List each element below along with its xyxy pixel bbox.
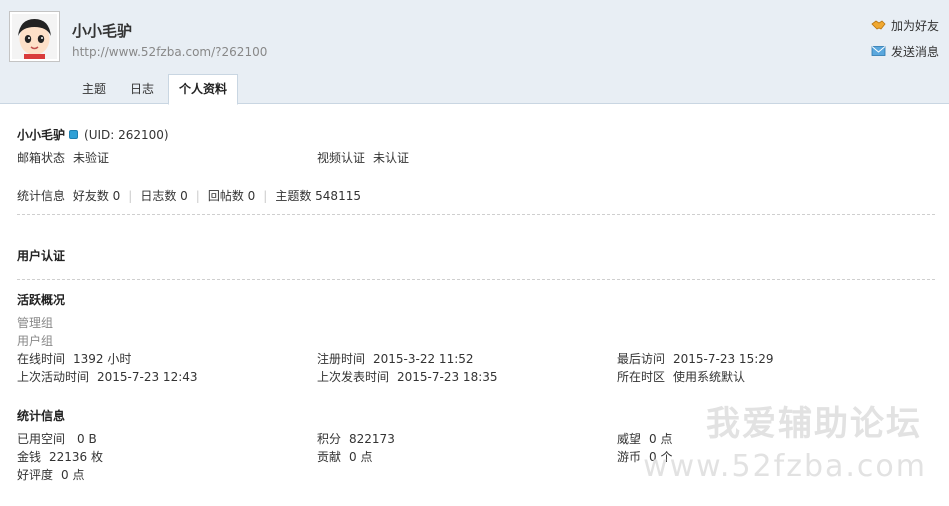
online-time-label: 在线时间 xyxy=(17,352,66,366)
reg-time-label: 注册时间 xyxy=(317,352,366,366)
timezone-label: 所在时区 xyxy=(617,370,666,384)
add-friend-label: 加为好友 xyxy=(890,18,939,33)
basic-name-row: 小小毛驴 (UID: 262100) xyxy=(17,126,169,144)
activity-row-1: 在线时间 1392 小时 注册时间 2015-3-22 11:52 最后访问 2015… xyxy=(17,350,935,368)
friends-count-link[interactable]: 好友数 0 xyxy=(73,189,120,203)
watermark-title: 我爱辅助论坛 xyxy=(706,404,922,444)
timezone-value: 使用系统默认 xyxy=(673,370,746,384)
tab-blogs[interactable]: 日志 xyxy=(120,74,164,104)
last-post-value: 2015-7-23 18:35 xyxy=(397,370,498,384)
blogs-count-link[interactable]: 日志数 0 xyxy=(140,189,187,203)
last-post-label: 上次发表时间 xyxy=(317,370,390,384)
stats-line-label: 统计信息 xyxy=(17,189,66,203)
money-value: 22136 枚 xyxy=(49,450,104,464)
contrib-label: 贡献 xyxy=(317,450,342,464)
email-status-value: 未验证 xyxy=(73,151,110,165)
stats-line-row: 统计信息 好友数 0 | 日志数 0 | 回帖数 0 | 主题数 548115 xyxy=(17,189,361,203)
email-status-label: 邮箱状态 xyxy=(17,151,66,165)
section-stats-title: 统计信息 xyxy=(17,409,66,423)
last-active-label: 上次活动时间 xyxy=(17,370,90,384)
rating-value: 0 点 xyxy=(61,468,85,482)
watermark-url: www.52fzba.com xyxy=(643,449,927,484)
video-value: 未认证 xyxy=(373,151,410,165)
profile-username: 小小毛驴 xyxy=(72,22,133,40)
tab-threads[interactable]: 主题 xyxy=(72,74,116,104)
verification-row: 邮箱状态 未验证 视频认证 未认证 xyxy=(17,149,935,167)
space-value: 0 B xyxy=(77,432,97,446)
activity-row-2: 上次活动时间 2015-7-23 12:43 上次发表时间 2015-7-23 18… xyxy=(17,368,935,386)
section-activity-title: 活跃概况 xyxy=(17,293,66,307)
send-message-label: 发送消息 xyxy=(890,44,939,59)
last-active-value: 2015-7-23 12:43 xyxy=(97,370,198,384)
admin-group-label: 管理组 xyxy=(17,316,54,330)
profile-tabs: 主题 日志 个人资料 xyxy=(72,74,242,105)
stats-row-3: 好评度 0 点 xyxy=(17,466,84,484)
send-message-button[interactable]: 发送消息 xyxy=(871,42,939,60)
prestige-value: 0 点 xyxy=(649,432,673,446)
contrib-value: 0 点 xyxy=(349,450,373,464)
money-label: 金钱 xyxy=(17,450,42,464)
last-visit-value: 2015-7-23 15:29 xyxy=(673,352,774,366)
tab-profile[interactable]: 个人资料 xyxy=(168,74,239,105)
add-friend-button[interactable]: 加为好友 xyxy=(871,16,939,34)
basic-username: 小小毛驴 xyxy=(17,128,66,142)
profile-home-url[interactable]: http://www.52fzba.com/?262100 xyxy=(72,45,267,59)
profile-header: 小小毛驴 http://www.52fzba.com/?262100 加为好友 … xyxy=(0,0,949,105)
user-group-label: 用户组 xyxy=(17,334,54,348)
reg-time-value: 2015-3-22 11:52 xyxy=(373,352,474,366)
coins-label: 游币 xyxy=(617,450,642,464)
divider xyxy=(17,279,935,280)
profile-actions: 加为好友 发送消息 xyxy=(871,16,939,68)
divider xyxy=(17,214,935,215)
handshake-icon xyxy=(871,20,886,30)
avatar[interactable] xyxy=(9,11,60,62)
last-visit-label: 最后访问 xyxy=(617,352,666,366)
space-label: 已用空间 xyxy=(17,432,66,446)
avatar-icon xyxy=(12,14,57,59)
basic-uid: (UID: 262100) xyxy=(84,128,169,142)
replies-count-link[interactable]: 回帖数 0 xyxy=(208,189,255,203)
envelope-icon xyxy=(871,46,886,56)
threads-count-link[interactable]: 主题数 548115 xyxy=(275,189,361,203)
credits-value: 822173 xyxy=(349,432,395,446)
prestige-label: 威望 xyxy=(617,432,642,446)
online-time-value: 1392 小时 xyxy=(73,352,132,366)
video-label: 视频认证 xyxy=(317,151,366,165)
online-status-icon xyxy=(69,130,79,139)
section-auth-title: 用户认证 xyxy=(17,249,66,263)
rating-label: 好评度 xyxy=(17,468,54,482)
credits-label: 积分 xyxy=(317,432,342,446)
